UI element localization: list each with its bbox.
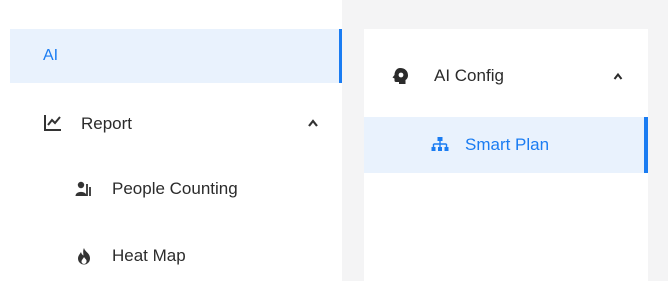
menu-item-smart-plan[interactable]: Smart Plan <box>364 117 648 173</box>
hierarchy-icon <box>431 137 449 151</box>
left-nav: AI Report People Counting Heat Map <box>0 0 343 281</box>
nav-item-report[interactable]: Report <box>10 97 340 151</box>
nav-item-heat-map[interactable]: Heat Map <box>10 231 340 281</box>
nav-item-people-counting-label: People Counting <box>112 179 238 198</box>
nav-item-ai-label: AI <box>43 47 59 64</box>
ai-config-panel: AI Config Smart Plan <box>364 29 648 281</box>
ai-config-icon <box>392 68 408 84</box>
nav-item-heat-map-label: Heat Map <box>112 246 186 265</box>
chevron-up-icon[interactable] <box>307 118 319 128</box>
nav-item-report-label: Report <box>81 114 133 133</box>
menu-item-smart-plan-label: Smart Plan <box>465 135 550 154</box>
menu-group-ai-config[interactable]: AI Config <box>364 51 648 101</box>
flame-icon <box>78 248 90 265</box>
active-indicator <box>644 117 648 173</box>
nav-item-ai[interactable]: AI <box>10 29 343 83</box>
people-icon <box>75 181 91 196</box>
nav-item-people-counting[interactable]: People Counting <box>10 164 340 214</box>
menu-group-ai-config-label: AI Config <box>434 66 504 85</box>
chevron-up-icon[interactable] <box>613 72 623 81</box>
line-chart-icon <box>44 115 61 131</box>
panel-gutter <box>648 29 668 281</box>
